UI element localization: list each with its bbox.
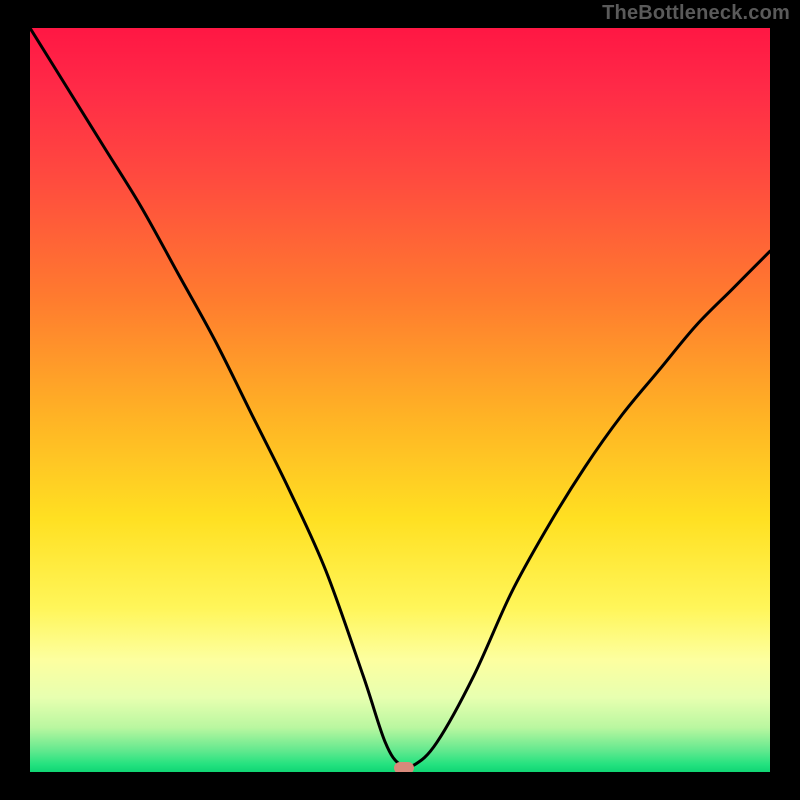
plot-area	[30, 28, 770, 772]
curve-path	[30, 28, 770, 767]
bottleneck-curve	[30, 28, 770, 772]
watermark-label: TheBottleneck.com	[602, 2, 790, 25]
chart-frame: TheBottleneck.com	[0, 0, 800, 800]
